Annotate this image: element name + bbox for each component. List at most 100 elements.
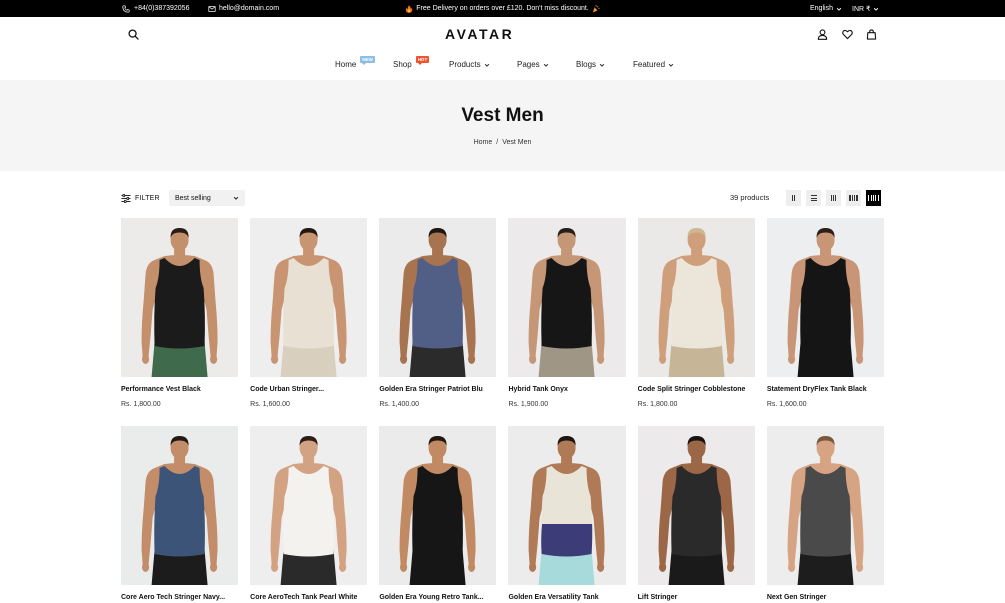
product-card[interactable]: Golden Era Versatility Tank (508, 426, 626, 602)
product-price: Rs. 1,600.00 (766, 401, 807, 408)
model-photo (250, 426, 368, 585)
email-address: hello@domain.com (219, 5, 280, 12)
mail-icon (208, 5, 216, 13)
model-photo (379, 218, 497, 377)
model-hand (787, 562, 796, 572)
breadcrumb: Home / Vest Men (0, 138, 1005, 148)
model-hand (209, 354, 218, 364)
currency-selector[interactable]: INR ₹ (852, 0, 879, 17)
product-image[interactable] (121, 426, 239, 585)
chevron-down-icon (484, 62, 490, 68)
product-title[interactable]: Golden Era Versatility Tank (508, 593, 625, 602)
product-title[interactable]: Code Split Stringer Cobblestone (638, 385, 755, 394)
product-card[interactable]: Golden Era Stringer Patriot Blu Rs. 1,400… (379, 218, 497, 409)
model-hand (271, 562, 279, 572)
view-grid-3-button[interactable] (826, 190, 841, 206)
product-title[interactable]: Core Aero Tech Stringer Navy... (121, 593, 238, 602)
language-selector[interactable]: English (810, 0, 842, 17)
product-card[interactable]: Performance Vest Black Rs. 1,800.00 (121, 218, 239, 409)
product-title[interactable]: Next Gen Stringer (767, 593, 884, 602)
product-title[interactable]: Code Urban Stringer... (250, 385, 367, 394)
product-card[interactable]: Golden Era Young Retro Tank... (379, 426, 497, 602)
email-link[interactable]: hello@domain.com (208, 0, 279, 17)
product-image[interactable] (250, 218, 368, 377)
product-image[interactable] (379, 426, 497, 585)
model-photo (508, 218, 626, 377)
product-card[interactable]: Next Gen Stringer (766, 426, 884, 602)
product-card[interactable]: Lift Stringer (637, 426, 755, 602)
site-logo[interactable]: AVATAR (445, 26, 514, 42)
product-title[interactable]: Lift Stringer (638, 593, 755, 602)
product-card[interactable]: Code Split Stringer Cobblestone Rs. 1,800… (637, 218, 755, 409)
search-icon[interactable] (128, 29, 139, 40)
model-hand (658, 354, 666, 364)
nav-item-label: Products (449, 60, 481, 69)
model-hand (468, 562, 476, 572)
nav-item-shop[interactable]: Shop HOT (393, 56, 430, 70)
bag-icon[interactable] (866, 29, 877, 40)
product-title[interactable]: Golden Era Stringer Patriot Blu (379, 385, 496, 394)
announcement: Free Delivery on orders over £120. Don't… (300, 0, 705, 17)
model-photo (250, 218, 368, 377)
product-card[interactable]: Hybrid Tank Onyx Rs. 1,900.00 (508, 218, 626, 409)
model-hand (855, 562, 864, 572)
site-header: AVATAR Home NEW Shop HOT Products Pages … (0, 17, 1005, 80)
collection-banner: Vest Men Home / Vest Men (0, 80, 1005, 171)
model-photo (379, 426, 497, 585)
product-image[interactable] (250, 426, 368, 585)
model-tank (670, 466, 722, 557)
model-tank (412, 258, 464, 349)
nav-item-pages[interactable]: Pages (517, 60, 549, 70)
nav-item-home[interactable]: Home NEW (335, 56, 375, 70)
product-image[interactable] (121, 218, 239, 377)
model-tank (154, 466, 205, 557)
model-hand (726, 562, 734, 572)
model-tank (283, 258, 335, 349)
nav-item-blogs[interactable]: Blogs (576, 60, 605, 70)
language-value: English (810, 5, 833, 12)
view-list-button[interactable] (806, 190, 821, 206)
product-image[interactable] (637, 218, 755, 377)
product-title[interactable]: Hybrid Tank Onyx (508, 385, 625, 394)
product-title[interactable]: Golden Era Young Retro Tank... (379, 593, 496, 602)
sort-value: Best selling (175, 194, 211, 202)
product-image[interactable] (508, 218, 626, 377)
model-hand (726, 354, 734, 364)
breadcrumb-home[interactable]: Home (474, 138, 493, 148)
model-hand (209, 562, 218, 572)
view-grid-2-button[interactable] (786, 190, 801, 206)
model-photo (766, 218, 884, 377)
product-image[interactable] (379, 218, 497, 377)
nav-item-label: Home (335, 60, 357, 69)
model-hand (787, 354, 796, 364)
product-image[interactable] (637, 426, 755, 585)
model-hand (658, 562, 666, 572)
product-image[interactable] (766, 426, 884, 585)
nav-item-products[interactable]: Products (449, 60, 490, 70)
grid-6-icon (868, 195, 879, 201)
nav-item-featured[interactable]: Featured (633, 60, 674, 70)
product-image[interactable] (766, 218, 884, 377)
phone-link[interactable]: +84(0)387392056 (122, 0, 189, 17)
product-price: Rs. 1,900.00 (508, 401, 549, 408)
breadcrumb-current: Vest Men (502, 139, 532, 146)
product-card[interactable]: Statement DryFlex Tank Black Rs. 1,600.00 (766, 218, 884, 409)
view-grid-4-button[interactable] (846, 190, 861, 206)
currency-value: INR ₹ (852, 5, 871, 13)
sort-select[interactable]: Best selling (169, 190, 245, 206)
heart-icon[interactable] (842, 29, 853, 40)
product-image[interactable] (508, 426, 626, 585)
view-grid-6-button[interactable] (866, 190, 881, 206)
product-title[interactable]: Core AeroTech Tank Pearl White (250, 593, 367, 602)
product-card[interactable]: Core Aero Tech Stringer Navy... (121, 426, 239, 602)
product-card[interactable]: Core AeroTech Tank Pearl White (250, 426, 368, 602)
product-card[interactable]: Code Urban Stringer... Rs. 1,600.00 (250, 218, 368, 409)
product-title[interactable]: Performance Vest Black (121, 385, 238, 394)
page-title: Vest Men (461, 105, 544, 126)
filter-button[interactable]: FILTER (121, 190, 160, 206)
model-tank (670, 258, 722, 349)
chevron-down-icon (668, 62, 674, 68)
product-title[interactable]: Statement DryFlex Tank Black (767, 385, 884, 394)
model-hand (468, 354, 476, 364)
user-icon[interactable] (817, 29, 828, 40)
